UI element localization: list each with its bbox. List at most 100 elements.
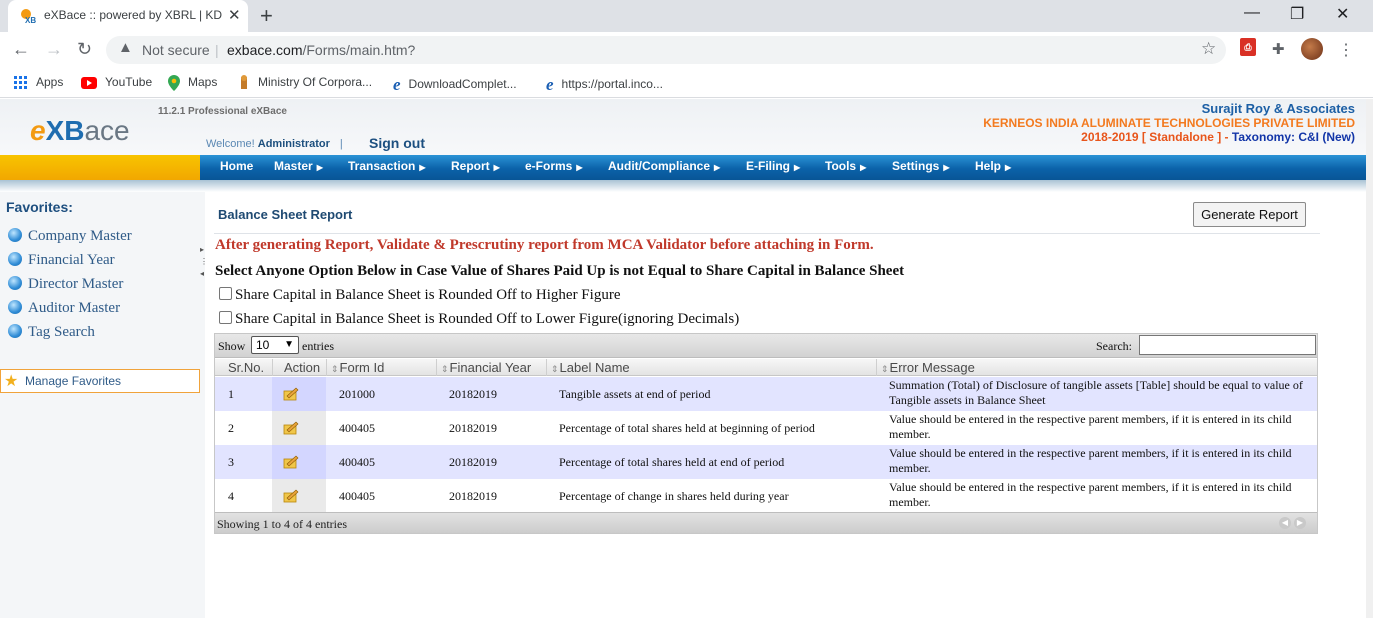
bookmark-star-icon[interactable]: ☆ (1201, 39, 1216, 59)
generate-report-button[interactable]: Generate Report (1193, 202, 1306, 227)
bookmark-youtube[interactable]: YouTube (81, 75, 152, 89)
manage-favorites-button[interactable]: ★ Manage Favorites (0, 369, 200, 393)
menu-transaction[interactable]: Transaction ▶ (348, 159, 426, 173)
warning-triangle-icon[interactable]: ▲ (118, 39, 133, 56)
main-menu: Home Master ▶ Transaction ▶ Report ▶ e-Form… (200, 155, 1366, 180)
browser-menu-icon[interactable]: ⋮ (1338, 40, 1354, 60)
menu-label: e-Forms (525, 159, 573, 173)
app-header: eXBace 11.2.1 Professional eXBace Welcom… (0, 99, 1366, 155)
column-header-action[interactable]: Action (284, 360, 320, 375)
round-higher-checkbox[interactable] (219, 287, 232, 300)
search-input[interactable] (1139, 335, 1316, 355)
page-size-select[interactable]: 10 ▼ (251, 336, 299, 354)
favorite-tag-search[interactable]: Tag Search (8, 324, 95, 341)
favorite-label: Director Master (28, 276, 124, 292)
previous-page-icon[interactable]: ◀ (1279, 517, 1291, 529)
back-arrow-icon[interactable]: ← (12, 39, 30, 60)
next-page-icon[interactable]: ▶ (1294, 517, 1306, 529)
welcome-text: Welcome! Administrator | (206, 138, 353, 150)
logo-ace: ace (84, 115, 130, 146)
column-header-error-message[interactable]: ⇕Error Message (881, 360, 975, 375)
new-tab-icon[interactable]: + (260, 3, 273, 29)
minimize-icon[interactable]: — (1244, 4, 1260, 22)
restore-icon[interactable]: ❐ (1290, 4, 1304, 24)
page-scrollbar[interactable] (1366, 99, 1373, 618)
menu-help[interactable]: Help ▶ (975, 159, 1011, 173)
company-name: KERNEOS INDIA ALUMINATE TECHNOLOGIES PRI… (983, 116, 1355, 130)
label-name-cell: Percentage of total shares held at begin… (559, 421, 815, 435)
sign-out-link[interactable]: Sign out (369, 135, 425, 151)
sr-no-cell: 3 (228, 455, 234, 469)
entries-info: Showing 1 to 4 of 4 entries (217, 517, 347, 531)
bookmark-label: Maps (188, 75, 218, 90)
menu-audit-compliance[interactable]: Audit/Compliance ▶ (608, 159, 720, 173)
favorite-label: Company Master (28, 228, 132, 244)
profile-avatar[interactable] (1301, 38, 1323, 60)
close-window-icon[interactable]: ✕ (1336, 4, 1349, 24)
bullet-orb-icon (8, 300, 22, 314)
bookmark-label: Ministry Of Corpora... (258, 75, 373, 90)
bookmark-label: YouTube (105, 75, 153, 89)
welcome-separator: | (339, 138, 343, 150)
security-label[interactable]: Not secure (142, 42, 210, 58)
header-label: Form Id (339, 360, 385, 375)
financial-year-label[interactable]: 2018-2019 [ Standalone ] - (1081, 130, 1228, 144)
edit-pencil-icon[interactable] (283, 421, 299, 435)
extensions-puzzle-icon[interactable]: ✚ (1272, 40, 1285, 58)
page-size-value: 10 (256, 338, 270, 352)
favorite-auditor-master[interactable]: Auditor Master (8, 300, 120, 317)
menu-report[interactable]: Report ▶ (451, 159, 500, 173)
edit-pencil-icon[interactable] (283, 489, 299, 503)
menu-tools[interactable]: Tools ▶ (825, 159, 866, 173)
menu-home[interactable]: Home (220, 159, 253, 173)
submenu-arrow-icon: ▶ (860, 163, 867, 172)
sr-no-cell: 1 (228, 387, 234, 401)
column-header-sr-no[interactable]: Sr.No. (228, 360, 264, 375)
url-text[interactable]: exbace.com/Forms/main.htm? (227, 42, 415, 58)
column-divider (436, 359, 437, 376)
address-bar[interactable]: ▲ Not secure | exbace.com/Forms/main.htm… (106, 36, 1226, 64)
edit-pencil-icon[interactable] (283, 387, 299, 401)
menu-efiling[interactable]: E-Filing ▶ (746, 159, 800, 173)
youtube-icon (81, 76, 97, 89)
favorite-label: Auditor Master (28, 300, 121, 316)
sort-icon: ⇕ (441, 364, 449, 374)
round-lower-option[interactable]: Share Capital in Balance Sheet is Rounde… (219, 311, 739, 328)
forward-arrow-icon[interactable]: → (45, 39, 63, 60)
adobe-pdf-extension-icon[interactable]: ⎙ (1240, 38, 1256, 56)
bookmark-portal[interactable]: e https://portal.inco... (546, 75, 663, 95)
sidebar-collapse-handle[interactable]: ▸ ⋮ ◂ (200, 244, 208, 280)
form-id-cell: 400405 (339, 455, 375, 469)
label-name-cell: Percentage of change in shares held duri… (559, 489, 789, 503)
column-header-label-name[interactable]: ⇕Label Name (551, 360, 630, 375)
close-tab-icon[interactable]: ✕ (228, 6, 241, 24)
financial-year-cell: 20182019 (449, 421, 497, 435)
favorite-company-master[interactable]: Company Master (8, 228, 132, 245)
favorite-director-master[interactable]: Director Master (8, 276, 123, 293)
favorite-label: Financial Year (28, 252, 115, 268)
round-lower-checkbox[interactable] (219, 311, 232, 324)
bookmark-apps[interactable]: Apps (14, 75, 63, 90)
bookmarks-bar: Apps YouTube Maps Ministry Of Corpora...… (0, 68, 1373, 98)
menu-label: Report (451, 159, 490, 173)
favorite-financial-year[interactable]: Financial Year (8, 252, 115, 269)
menu-eforms[interactable]: e-Forms ▶ (525, 159, 583, 173)
browser-tab[interactable]: XB eXBace :: powered by XBRL | KDK ✕ (8, 0, 248, 32)
column-header-financial-year[interactable]: ⇕Financial Year (441, 360, 531, 375)
menu-master[interactable]: Master ▶ (274, 159, 323, 173)
bookmark-maps[interactable]: Maps (168, 75, 217, 91)
bookmark-download[interactable]: e DownloadComplet... (393, 75, 517, 95)
sort-icon: ⇕ (331, 364, 339, 374)
bullet-orb-icon (8, 276, 22, 290)
table-footer: Showing 1 to 4 of 4 entries ◀ ▶ (215, 512, 1317, 533)
edit-pencil-icon[interactable] (283, 455, 299, 469)
svg-text:XB: XB (25, 16, 36, 24)
action-cell (272, 411, 326, 445)
round-higher-option[interactable]: Share Capital in Balance Sheet is Rounde… (219, 287, 620, 304)
menubar-accent (0, 155, 200, 180)
menu-settings[interactable]: Settings ▶ (892, 159, 950, 173)
bookmark-mca[interactable]: Ministry Of Corpora... (238, 75, 372, 91)
reload-icon[interactable]: ↻ (77, 39, 92, 60)
column-header-form-id[interactable]: ⇕Form Id (331, 360, 384, 375)
title-divider (214, 233, 1320, 234)
